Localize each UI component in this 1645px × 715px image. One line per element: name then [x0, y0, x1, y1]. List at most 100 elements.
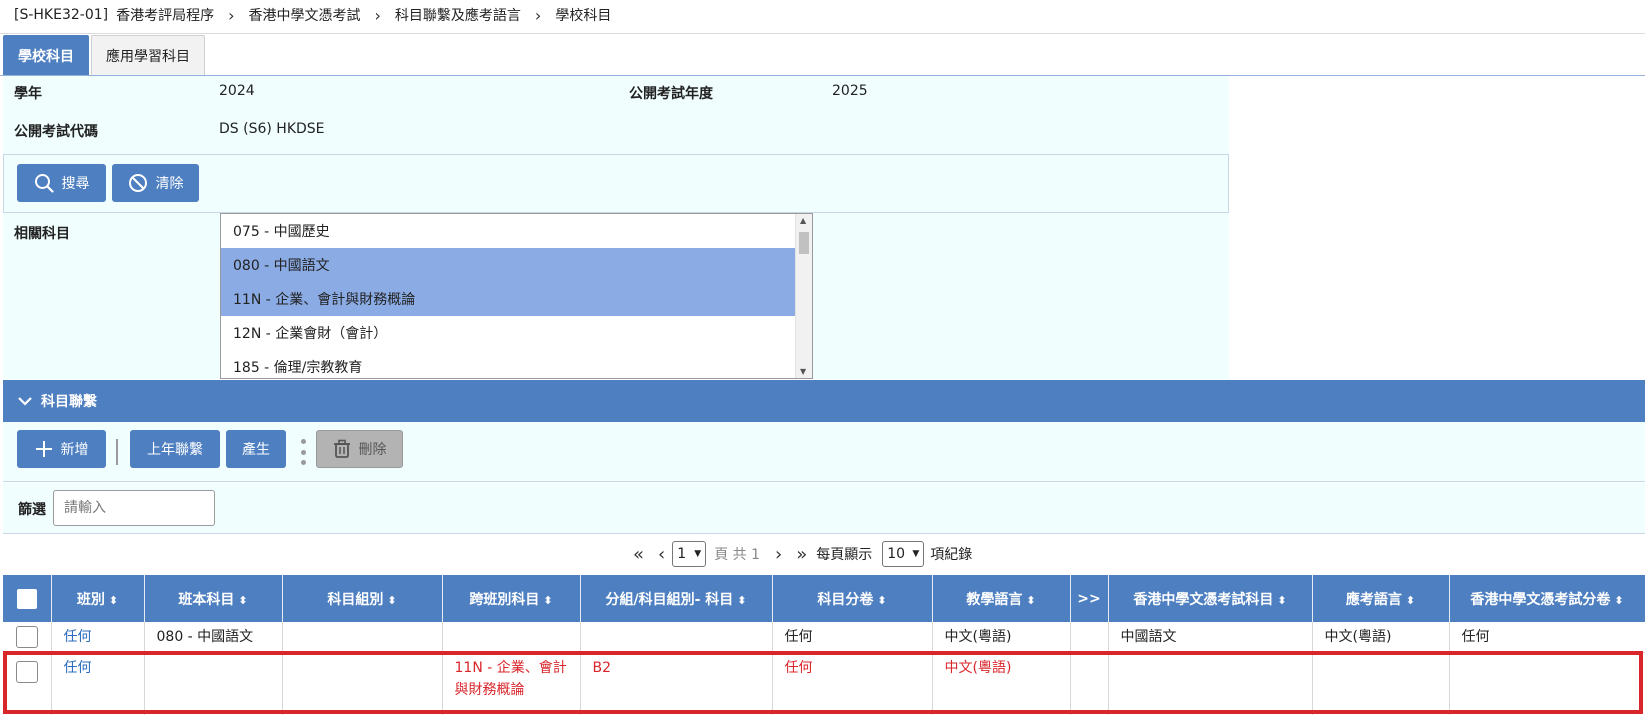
- listbox-option-selected[interactable]: 080 - 中國語文: [221, 248, 796, 282]
- column-header[interactable]: 分組/科目組別- 科目 ⬍: [580, 575, 773, 622]
- search-button[interactable]: 搜尋: [17, 164, 106, 202]
- last-page-icon[interactable]: »: [796, 544, 807, 565]
- page-select-value: 1: [677, 546, 687, 562]
- scrollbar[interactable]: ▲ ▼: [795, 214, 812, 378]
- section-title: 科目聯繫: [41, 394, 97, 410]
- per-page-label: 每頁顯示: [816, 547, 873, 563]
- sort-icon[interactable]: ⬍: [387, 594, 396, 607]
- delete-button[interactable]: 刪除: [316, 430, 403, 468]
- add-button-label: 新增: [60, 442, 89, 458]
- select-all-checkbox[interactable]: [3, 575, 52, 622]
- sort-icon[interactable]: ⬍: [1026, 594, 1035, 607]
- chevron-right-icon: ›: [374, 5, 381, 25]
- tab-school-subjects[interactable]: 學校科目: [3, 35, 89, 75]
- cell-class-subject: [144, 652, 283, 715]
- first-page-icon[interactable]: «: [633, 544, 644, 565]
- listbox-option[interactable]: 075 - 中國歷史: [221, 214, 796, 248]
- exam-year-value: 2025: [832, 83, 868, 99]
- per-page-select-value: 10: [887, 546, 906, 562]
- filter-input[interactable]: [53, 490, 215, 526]
- pagination: « ‹ 1 ▼ 頁 共 1 › » 每頁顯示 10 ▼ 項紀錄: [626, 540, 972, 568]
- last-year-link-button[interactable]: 上年聯繫: [130, 430, 220, 468]
- breadcrumb-item-3[interactable]: 科目聯繫及應考語言: [395, 5, 521, 25]
- listbox-option[interactable]: 12N - 企業會財（會計）: [221, 316, 796, 350]
- sort-icon[interactable]: ⬍: [109, 594, 118, 607]
- row-checkbox[interactable]: [3, 622, 52, 653]
- sort-icon[interactable]: ⬍: [543, 594, 552, 607]
- cell-paper: 任何: [772, 652, 933, 715]
- column-header[interactable]: 科目組別 ⬍: [282, 575, 443, 622]
- scroll-up-icon[interactable]: ▲: [800, 216, 806, 225]
- related-subjects-label: 相關科目: [14, 226, 70, 242]
- clear-button[interactable]: 清除: [112, 164, 199, 202]
- cell-class[interactable]: 任何: [51, 652, 145, 715]
- year-label: 學年: [14, 86, 42, 102]
- row-checkbox[interactable]: [3, 652, 52, 715]
- more-options-icon[interactable]: [301, 439, 307, 465]
- sort-icon[interactable]: ⬍: [737, 594, 746, 607]
- plus-icon: [35, 440, 53, 458]
- cell-exam-language: 中文(粵語): [1312, 622, 1450, 653]
- prev-page-icon[interactable]: ‹: [658, 544, 665, 565]
- screen-code: [S-HKE32-01]: [14, 7, 109, 23]
- cell-cross-class: [442, 622, 581, 653]
- sort-icon[interactable]: ⬍: [1406, 594, 1415, 607]
- breadcrumb-item-1[interactable]: 香港考評局程序: [116, 5, 214, 25]
- sort-icon[interactable]: ⬍: [1277, 594, 1286, 607]
- table-row[interactable]: 任何 080 - 中國語文 任何 中文(粵語) 中國語文 中文(粵語) 任何: [3, 622, 1645, 653]
- class-link[interactable]: 任何: [64, 629, 92, 645]
- column-header[interactable]: 應考語言 ⬍: [1312, 575, 1450, 622]
- related-subjects-listbox[interactable]: 075 - 中國歷史 080 - 中國語文 11N - 企業、會計與財務概論 1…: [220, 213, 813, 379]
- column-header[interactable]: 科目分卷 ⬍: [772, 575, 933, 622]
- table-row-highlighted[interactable]: 任何 11N - 企業、會計與財務概論 B2 任何 中文(粵語): [3, 652, 1645, 715]
- subject-link-table: 班別 ⬍ 班本科目 ⬍ 科目組別 ⬍ 跨班別科目 ⬍ 分組/科目組別- 科目 ⬍ 科目分卷…: [3, 575, 1645, 715]
- delete-button-label: 刪除: [358, 442, 387, 458]
- cell-more: [1070, 622, 1109, 653]
- listbox-option[interactable]: 185 - 倫理/宗教教育: [221, 350, 796, 378]
- add-button[interactable]: 新增: [17, 430, 106, 468]
- breadcrumb-item-2[interactable]: 香港中學文憑考試: [249, 5, 361, 25]
- cell-dse-paper: 任何: [1449, 622, 1645, 653]
- block-icon: [128, 173, 148, 193]
- column-header[interactable]: 跨班別科目 ⬍: [442, 575, 581, 622]
- chevron-right-icon: ›: [228, 5, 235, 25]
- filter-label: 篩選: [18, 502, 46, 518]
- records-label: 項紀錄: [930, 547, 973, 563]
- cell-dse-subject: [1108, 652, 1313, 715]
- cell-paper: 任何: [772, 622, 933, 653]
- cell-dse-subject: 中國語文: [1108, 622, 1313, 653]
- action-toolbar: 新增 上年聯繫 產生 刪除: [3, 422, 1645, 482]
- generate-button[interactable]: 產生: [226, 430, 286, 468]
- generate-button-label: 產生: [242, 442, 270, 458]
- cell-subject-group: [282, 622, 443, 653]
- section-header[interactable]: 科目聯繫: [3, 380, 1645, 422]
- page-select[interactable]: 1 ▼: [672, 541, 707, 567]
- per-page-select[interactable]: 10 ▼: [882, 541, 925, 567]
- cell-class[interactable]: 任何: [51, 622, 145, 653]
- cell-group-subject: [580, 622, 773, 653]
- column-header[interactable]: 班本科目 ⬍: [144, 575, 283, 622]
- exam-code-value: DS (S6) HKDSE: [219, 121, 325, 137]
- sort-icon[interactable]: ⬍: [1614, 594, 1623, 607]
- sort-icon[interactable]: ⬍: [238, 594, 247, 607]
- chevron-down-icon[interactable]: [17, 395, 33, 407]
- scroll-down-icon[interactable]: ▼: [800, 367, 806, 376]
- expand-columns-button[interactable]: >>: [1070, 575, 1109, 622]
- next-page-icon[interactable]: ›: [775, 544, 782, 565]
- sort-icon[interactable]: ⬍: [877, 594, 886, 607]
- cell-more: [1070, 652, 1109, 715]
- scrollbar-thumb[interactable]: [799, 232, 809, 254]
- tab-applied-learning[interactable]: 應用學習科目: [91, 35, 205, 75]
- column-header[interactable]: 香港中學文憑考試分卷 ⬍: [1449, 575, 1645, 622]
- clear-button-label: 清除: [155, 176, 184, 192]
- column-header[interactable]: 香港中學文憑考試科目 ⬍: [1108, 575, 1313, 622]
- exam-code-label: 公開考試代碼: [14, 124, 98, 140]
- chevron-right-icon: ›: [534, 5, 542, 25]
- listbox-option-selected[interactable]: 11N - 企業、會計與財務概論: [221, 282, 796, 316]
- divider: [0, 33, 1645, 34]
- tab-bar: 學校科目 應用學習科目: [3, 35, 207, 75]
- column-header[interactable]: 班別 ⬍: [51, 575, 145, 622]
- class-link[interactable]: 任何: [64, 660, 92, 676]
- column-header[interactable]: 教學語言 ⬍: [932, 575, 1071, 622]
- table-header-row: 班別 ⬍ 班本科目 ⬍ 科目組別 ⬍ 跨班別科目 ⬍ 分組/科目組別- 科目 ⬍ 科目分卷…: [3, 575, 1645, 622]
